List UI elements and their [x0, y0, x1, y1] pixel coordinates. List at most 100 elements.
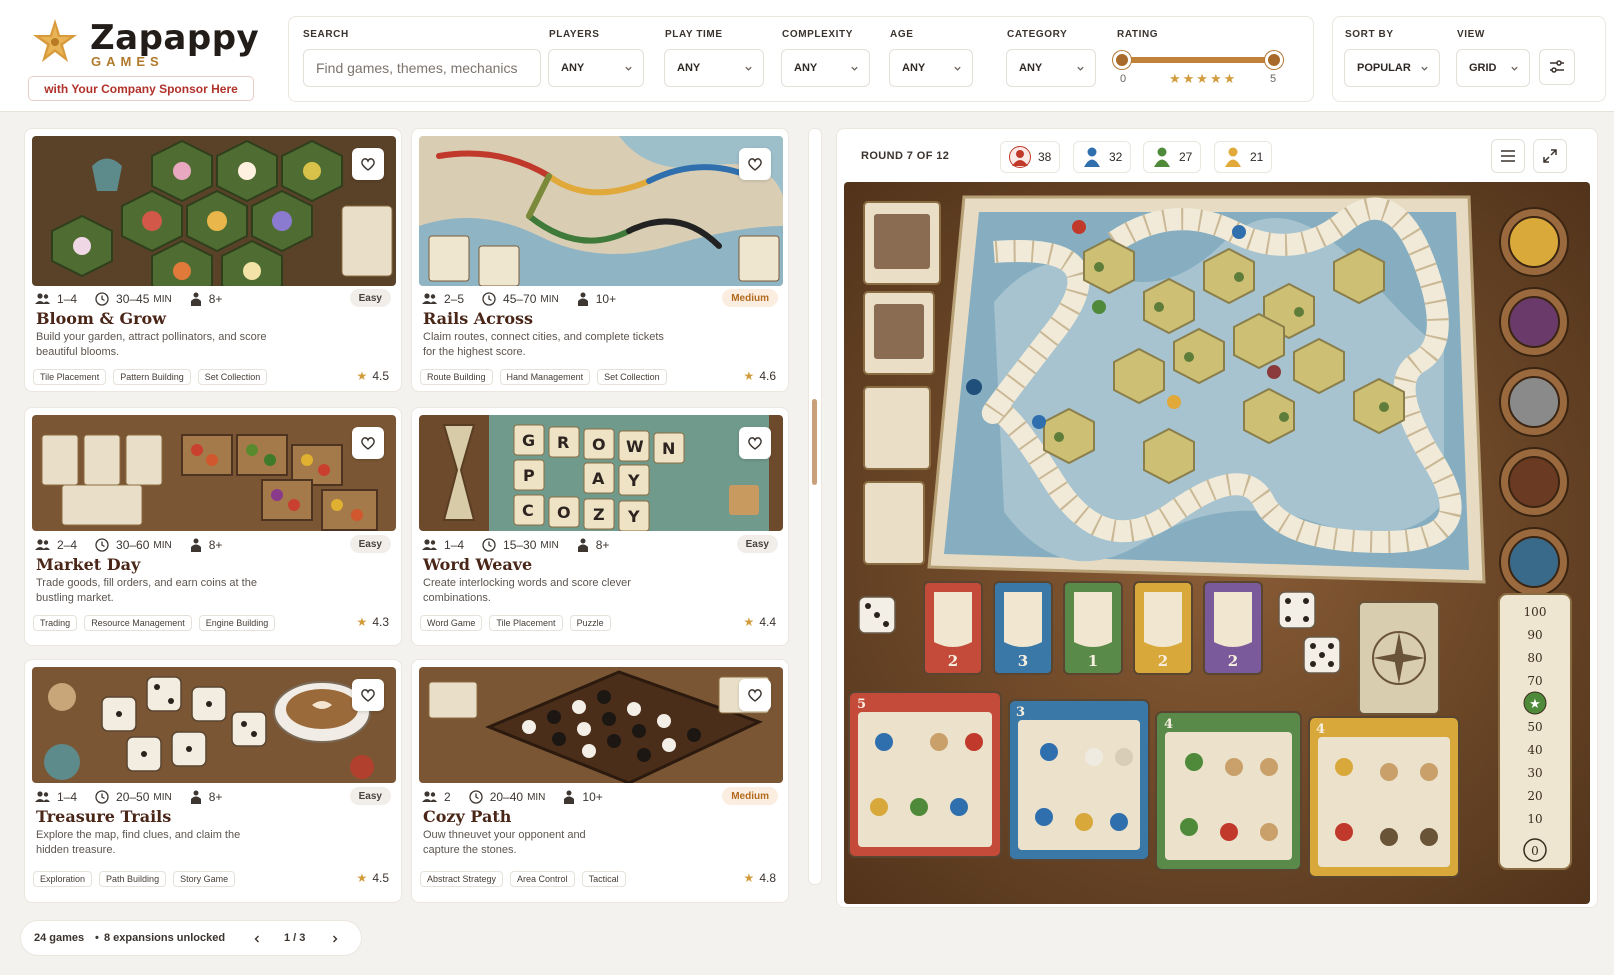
score-track-label: 100: [1524, 605, 1547, 619]
tag[interactable]: Abstract Strategy: [420, 871, 504, 887]
players-select[interactable]: ANY: [548, 49, 644, 87]
chevron-down-icon: [1077, 66, 1084, 71]
brand[interactable]: Zapappy GAMES with Your Company Sponsor …: [28, 14, 259, 106]
min-unit: MIN: [153, 539, 172, 551]
chevron-down-icon: [625, 66, 632, 71]
complexity-badge: Easy: [349, 535, 391, 553]
star-icon: ★: [743, 615, 755, 629]
age-value: ANY: [902, 62, 926, 74]
game-meta: 1–4 30–45 MIN 8+: [35, 292, 240, 306]
hamburger-icon: [1501, 150, 1515, 162]
page-indicator: 1 / 3: [284, 932, 306, 944]
play-time: 20–50: [116, 790, 150, 804]
favorite-button[interactable]: [352, 427, 384, 459]
star-icon: ★: [356, 615, 368, 629]
sort-select[interactable]: POPULAR: [1344, 49, 1440, 87]
game-title[interactable]: Word Weave: [423, 555, 532, 574]
age-rating: 8+: [208, 538, 223, 552]
scrollbar-thumb[interactable]: [812, 399, 817, 485]
game-description: Build your garden, attract pollinators, …: [36, 331, 267, 358]
tag[interactable]: Puzzle: [569, 615, 611, 631]
game-card[interactable]: 2 20–40 MIN 10+ Medium Cozy Path Ouw thne…: [411, 659, 789, 903]
next-page-button[interactable]: [325, 929, 345, 949]
view-label: VIEW: [1457, 29, 1485, 40]
game-title[interactable]: Bloom & Grow: [36, 309, 166, 328]
game-title[interactable]: Rails Across: [423, 309, 533, 328]
game-card[interactable]: 2–4 30–60 MIN 8+ Easy Market Day Trade go…: [24, 407, 402, 646]
favorite-button[interactable]: [352, 148, 384, 180]
play-time-select[interactable]: ANY: [664, 49, 764, 87]
players-count: 1–4: [444, 538, 465, 552]
prev-page-button[interactable]: [247, 929, 267, 949]
view-select[interactable]: GRID: [1456, 49, 1530, 87]
rating-max-value: 5: [1270, 73, 1277, 85]
svg-text:G: G: [522, 431, 535, 450]
age-rating: 10+: [582, 790, 603, 804]
age-select[interactable]: ANY: [889, 49, 973, 87]
tag[interactable]: Set Collection: [197, 369, 268, 385]
tag[interactable]: Engine Building: [198, 615, 276, 631]
game-card[interactable]: 1–4 30–45 MIN 8+ Easy Bloom & Grow Build …: [24, 128, 402, 392]
tag[interactable]: Trading: [33, 615, 78, 631]
favorite-button[interactable]: [739, 427, 771, 459]
tag-list: Tile Placement Pattern Building Set Coll…: [33, 369, 274, 385]
tag[interactable]: Resource Management: [84, 615, 192, 631]
game-meta: 2 20–40 MIN 10+: [422, 790, 621, 804]
brand-subtitle: GAMES: [91, 54, 164, 69]
heart-icon: [748, 437, 762, 450]
advanced-filters-button[interactable]: [1539, 49, 1575, 85]
age-rating: 8+: [208, 790, 223, 804]
svg-text:O: O: [592, 435, 606, 454]
search-input[interactable]: Find games, themes, mechanics: [303, 49, 541, 87]
category-select[interactable]: ANY: [1006, 49, 1096, 87]
tag[interactable]: Tile Placement: [33, 369, 107, 385]
grid-scrollbar[interactable]: [808, 128, 822, 885]
game-title[interactable]: Market Day: [36, 555, 140, 574]
favorite-button[interactable]: [352, 679, 384, 711]
player-pawn-icon: [1154, 147, 1170, 167]
game-card[interactable]: G R O WN P A Y C O Z Y 1–4 15–30 MIN 8+ Easy Wor…: [411, 407, 789, 646]
game-rating: ★ 4.5: [357, 369, 389, 383]
tag[interactable]: Area Control: [510, 871, 575, 887]
chevron-down-icon: [1511, 66, 1518, 71]
player-score: 21: [1250, 150, 1264, 164]
play-time-label: PLAY TIME: [665, 29, 723, 40]
game-board-canvas[interactable]: 2 3 1 2 2 5 3 4 4 100 90 80 70 50 40 30 …: [844, 182, 1590, 904]
game-title[interactable]: Treasure Trails: [36, 807, 171, 826]
complexity-select[interactable]: ANY: [781, 49, 870, 87]
tag[interactable]: Route Building: [420, 369, 493, 385]
heart-icon: [748, 158, 762, 171]
tag[interactable]: Story Game: [173, 871, 236, 887]
game-card[interactable]: 2–5 45–70 MIN 10+ Medium Rails Across Cla…: [411, 128, 789, 392]
tag[interactable]: Exploration: [33, 871, 93, 887]
player-score-blue[interactable]: 32: [1073, 141, 1132, 173]
menu-button[interactable]: [1491, 139, 1525, 173]
star-icon: ★: [356, 369, 368, 383]
player-score-red[interactable]: 38: [1000, 141, 1061, 173]
tag[interactable]: Word Game: [420, 615, 483, 631]
game-card[interactable]: 1–4 20–50 MIN 8+ Easy Treasure Trails Exp…: [24, 659, 402, 903]
tag[interactable]: Pattern Building: [113, 369, 191, 385]
rating-max-handle[interactable]: [1265, 51, 1283, 69]
rating-slider[interactable]: [1119, 57, 1269, 63]
tag[interactable]: Hand Management: [499, 369, 591, 385]
favorite-button[interactable]: [739, 679, 771, 711]
fullscreen-button[interactable]: [1533, 139, 1567, 173]
player-score-yellow[interactable]: 21: [1214, 141, 1273, 173]
players-count: 2–5: [444, 292, 465, 306]
age-icon: [190, 538, 201, 552]
game-description: Claim routes, connect cities, and comple…: [423, 331, 664, 358]
rating-min-handle[interactable]: [1113, 51, 1131, 69]
game-title[interactable]: Cozy Path: [423, 807, 511, 826]
play-time-value: ANY: [677, 62, 701, 74]
tag[interactable]: Set Collection: [597, 369, 667, 385]
game-rating: ★ 4.6: [744, 369, 776, 383]
favorite-button[interactable]: [739, 148, 771, 180]
sponsor-badge[interactable]: with Your Company Sponsor Here: [28, 76, 254, 101]
player-score-green[interactable]: 27: [1143, 141, 1202, 173]
tag-list: Word Game Tile Placement Puzzle: [420, 615, 618, 631]
tag[interactable]: Tactical: [581, 871, 626, 887]
tag[interactable]: Path Building: [99, 871, 167, 887]
tag[interactable]: Tile Placement: [489, 615, 563, 631]
heart-icon: [748, 689, 762, 702]
